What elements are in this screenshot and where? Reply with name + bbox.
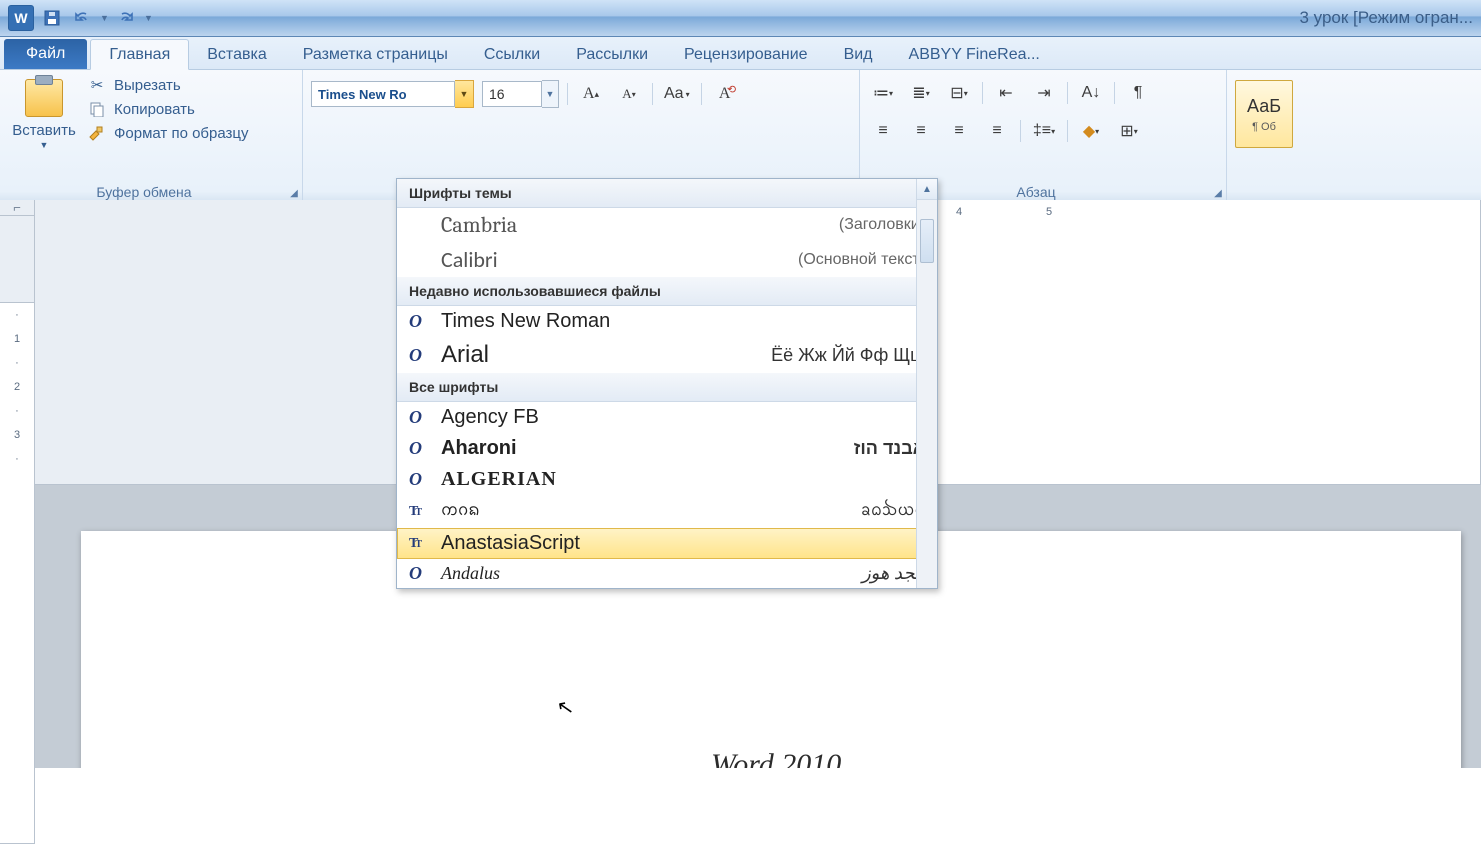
font-option[interactable]: OALGERIAN <box>397 464 937 495</box>
tab-references[interactable]: Ссылки <box>466 40 558 69</box>
grow-font-button[interactable]: A▴ <box>576 81 606 107</box>
scroll-up-icon[interactable]: ▲ <box>917 179 937 200</box>
font-option[interactable]: OCambria(Заголовки) <box>397 208 937 242</box>
dropdown-scrollbar[interactable]: ▲ <box>916 179 937 588</box>
undo-drop-icon[interactable]: ▼ <box>100 13 108 23</box>
group-styles: АаБ ¶ Об <box>1227 70 1481 202</box>
paste-icon <box>25 79 63 117</box>
group-clipboard-label: Буфер обмена <box>0 181 288 202</box>
separator <box>1067 82 1068 104</box>
align-right-button[interactable]: ≡ <box>944 118 974 144</box>
vertical-ruler[interactable]: ·1 ·2 ·3 · <box>0 216 35 844</box>
font-option[interactable]: OArialЁё Жж Йй Фф Щщ <box>397 337 937 373</box>
paste-button[interactable]: Вставить ▼ <box>8 74 80 178</box>
copy-button[interactable]: Копировать <box>88 100 249 118</box>
tab-insert[interactable]: Вставка <box>189 40 284 69</box>
increase-indent-button[interactable]: ⇥ <box>1029 80 1059 106</box>
tab-file[interactable]: Файл <box>4 39 87 69</box>
scroll-thumb[interactable] <box>920 219 934 263</box>
separator <box>1020 120 1021 142</box>
tab-home[interactable]: Главная <box>90 39 189 70</box>
font-option[interactable]: OAndalusأبجد هوز <box>397 559 937 588</box>
align-justify-button[interactable]: ≡ <box>982 118 1012 144</box>
font-option[interactable]: OTimes New Roman <box>397 306 937 337</box>
copy-label: Копировать <box>114 101 195 118</box>
undo-icon[interactable] <box>70 6 94 30</box>
font-size-input[interactable]: 16 <box>482 81 542 107</box>
show-marks-button[interactable]: ¶ <box>1123 80 1153 106</box>
ruler-corner-icon[interactable]: ⌐ <box>0 200 35 216</box>
redo-icon[interactable] <box>114 6 138 30</box>
borders-button[interactable]: ⊞▾ <box>1114 118 1144 144</box>
font-name-input[interactable]: Times New Ro <box>311 81 455 107</box>
title-bar: W ▼ ▼ 3 урок [Режим огран... <box>0 0 1481 37</box>
tab-abbyy[interactable]: ABBYY FineRea... <box>891 40 1058 69</box>
change-case-button[interactable]: Aa▾ <box>661 81 693 107</box>
dialog-launcher-icon[interactable]: ◢ <box>1212 187 1224 199</box>
separator <box>567 83 568 105</box>
align-center-button[interactable]: ≡ <box>906 118 936 144</box>
dd-section-all: Все шрифты <box>397 373 937 402</box>
font-size-combo[interactable]: 16 ▼ <box>482 80 559 108</box>
scissors-icon: ✂ <box>88 76 106 94</box>
group-clipboard: Вставить ▼ ✂ Вырезать Копировать Формат п… <box>0 70 303 202</box>
font-option[interactable]: OCalibri(Основной текст) <box>397 242 937 277</box>
tab-mailings[interactable]: Рассылки <box>558 40 666 69</box>
font-dropdown[interactable]: ▲ Шрифты темы OCambria(Заголовки)OCalibr… <box>396 178 938 589</box>
sort-button[interactable]: A↓ <box>1076 80 1106 106</box>
window-title: 3 урок [Режим огран... <box>1299 8 1473 28</box>
dd-section-theme: Шрифты темы <box>397 179 937 208</box>
brush-icon <box>88 124 106 142</box>
numbering-button[interactable]: ≣▾ <box>906 80 936 106</box>
tab-review[interactable]: Рецензирование <box>666 40 826 69</box>
align-left-button[interactable]: ≡ <box>868 118 898 144</box>
multilevel-button[interactable]: ⊟▾ <box>944 80 974 106</box>
separator <box>1114 82 1115 104</box>
tab-page-layout[interactable]: Разметка страницы <box>285 40 466 69</box>
doc-line-1: Word 2010 <box>711 741 1028 769</box>
clear-formatting-button[interactable]: A⟲ <box>710 81 740 107</box>
format-painter-label: Формат по образцу <box>114 125 249 142</box>
separator <box>982 82 983 104</box>
font-option[interactable]: OAgency FB <box>397 402 937 433</box>
dialog-launcher-icon[interactable]: ◢ <box>288 187 300 199</box>
separator <box>652 83 653 105</box>
save-icon[interactable] <box>40 6 64 30</box>
font-name-drop-icon[interactable]: ▼ <box>455 80 474 108</box>
style-sample: АаБ <box>1247 96 1281 117</box>
separator <box>701 83 702 105</box>
word-logo-icon[interactable]: W <box>8 5 34 31</box>
font-option[interactable]: TTᨠᨣᨦᨡᨵᨨᨿᨣ <box>397 495 937 528</box>
cut-label: Вырезать <box>114 77 181 94</box>
document-text[interactable]: Word 2010 Редактирование текста <box>711 741 1028 769</box>
qat-customize-icon[interactable]: ▼ <box>144 13 152 23</box>
chevron-down-icon: ▼ <box>40 140 49 150</box>
font-name-combo[interactable]: Times New Ro ▼ <box>311 80 474 108</box>
ribbon-tabs: Файл Главная Вставка Разметка страницы С… <box>0 37 1481 70</box>
decrease-indent-button[interactable]: ⇤ <box>991 80 1021 106</box>
tab-view[interactable]: Вид <box>826 40 891 69</box>
dd-section-recent: Недавно использовавшиеся файлы <box>397 277 937 306</box>
style-tile-normal[interactable]: АаБ ¶ Об <box>1235 80 1293 148</box>
font-option[interactable]: TTAnastasiaScript <box>397 528 937 559</box>
quick-access-toolbar: W ▼ ▼ <box>0 5 160 31</box>
paste-label: Вставить <box>12 122 76 139</box>
shading-button[interactable]: ◆▾ <box>1076 118 1106 144</box>
font-size-drop-icon[interactable]: ▼ <box>542 80 559 108</box>
format-painter-button[interactable]: Формат по образцу <box>88 124 249 142</box>
separator <box>1067 120 1068 142</box>
style-name: ¶ Об <box>1252 121 1276 133</box>
line-spacing-button[interactable]: ‡≡▾ <box>1029 118 1059 144</box>
shrink-font-button[interactable]: A▾ <box>614 81 644 107</box>
bullets-button[interactable]: ≔▾ <box>868 80 898 106</box>
font-option[interactable]: OAharoniאבנד הוז <box>397 433 937 464</box>
copy-icon <box>88 100 106 118</box>
cut-button[interactable]: ✂ Вырезать <box>88 76 249 94</box>
